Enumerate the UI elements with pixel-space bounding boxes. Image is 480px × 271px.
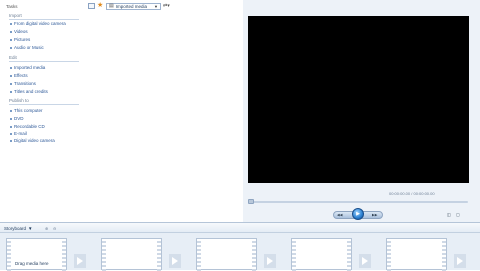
task-edit-transitions[interactable]: Transitions bbox=[14, 81, 36, 86]
task-import-audio[interactable]: Audio or Music bbox=[14, 45, 44, 50]
storyboard-toolbar bbox=[0, 223, 480, 233]
time-readout: 00:00:00.00 / 00:00:00.00 bbox=[389, 191, 435, 196]
section-title-import: Import bbox=[9, 13, 22, 18]
film-sprocket bbox=[292, 239, 296, 271]
bullet-icon bbox=[10, 31, 12, 33]
storyboard-frame[interactable] bbox=[196, 238, 257, 271]
transition-slot[interactable] bbox=[454, 254, 466, 268]
bullet-icon bbox=[10, 75, 12, 77]
next-frame-icon[interactable]: ▶▶ bbox=[372, 213, 377, 217]
task-import-dv-camera[interactable]: From digital video camera bbox=[14, 21, 66, 26]
previous-frame-icon[interactable]: ◀◀ bbox=[337, 213, 342, 217]
play-icon: ▶ bbox=[356, 211, 360, 217]
film-sprocket bbox=[157, 239, 161, 271]
task-import-videos[interactable]: Videos bbox=[14, 29, 28, 34]
task-publish-computer[interactable]: This computer bbox=[14, 108, 43, 113]
task-import-pictures[interactable]: Pictures bbox=[14, 37, 30, 42]
preview-monitor bbox=[248, 16, 469, 183]
bullet-icon bbox=[10, 47, 12, 49]
bullet-icon bbox=[10, 83, 12, 85]
film-sprocket bbox=[7, 239, 11, 271]
split-icon[interactable]: ◫ bbox=[447, 212, 451, 217]
film-sprocket bbox=[252, 239, 256, 271]
task-publish-dv-camera[interactable]: Digital video camera bbox=[14, 138, 55, 143]
fullscreen-icon[interactable]: ▢ bbox=[456, 212, 460, 217]
task-edit-imported-media[interactable]: Imported media bbox=[14, 65, 45, 70]
task-edit-effects[interactable]: Effects bbox=[14, 73, 28, 78]
view-thumbnails-icon[interactable] bbox=[88, 3, 95, 9]
collection-content-area[interactable] bbox=[88, 12, 240, 222]
film-sprocket bbox=[197, 239, 201, 271]
play-button[interactable]: ▶ bbox=[352, 208, 364, 220]
storyboard-frame[interactable] bbox=[291, 238, 352, 271]
collection-dropdown-value: Imported media bbox=[115, 3, 147, 9]
folder-icon: ▤ bbox=[109, 3, 114, 9]
section-divider bbox=[9, 104, 79, 105]
transition-slot[interactable] bbox=[264, 254, 276, 268]
collection-icon[interactable]: ★ bbox=[97, 2, 104, 9]
film-sprocket bbox=[102, 239, 106, 271]
bullet-icon bbox=[10, 140, 12, 142]
film-sprocket bbox=[347, 239, 351, 271]
storyboard-view-dropdown[interactable]: Storyboard ▼ bbox=[4, 226, 32, 231]
film-sprocket bbox=[442, 239, 446, 271]
section-divider bbox=[9, 19, 79, 20]
chevron-down-icon: ▼ bbox=[28, 226, 33, 231]
drop-hint: Drag media here bbox=[15, 261, 49, 266]
film-sprocket bbox=[387, 239, 391, 271]
storyboard-frame[interactable]: Drag media here bbox=[6, 238, 67, 271]
task-publish-email[interactable]: E-mail bbox=[14, 131, 27, 136]
task-publish-recordable-cd[interactable]: Recordable CD bbox=[14, 124, 45, 129]
transition-slot[interactable] bbox=[169, 254, 181, 268]
section-title-publish: Publish to bbox=[9, 98, 29, 103]
storyboard-frame[interactable] bbox=[386, 238, 447, 271]
sort-icon[interactable]: ⇄▾ bbox=[163, 3, 170, 9]
zoom-out-icon[interactable]: ⊖ bbox=[53, 226, 56, 231]
zoom-in-icon[interactable]: ⊕ bbox=[45, 226, 48, 231]
storyboard-view-label: Storyboard bbox=[4, 226, 27, 231]
transition-slot[interactable] bbox=[74, 254, 86, 268]
bullet-icon bbox=[10, 126, 12, 128]
chevron-down-icon: ▼ bbox=[154, 3, 158, 9]
bullet-icon bbox=[10, 133, 12, 135]
tasks-pane: Tasks Import From digital video camera V… bbox=[0, 0, 86, 222]
storyboard-frame[interactable] bbox=[101, 238, 162, 271]
seek-bar[interactable] bbox=[250, 201, 468, 203]
task-publish-dvd[interactable]: DVD bbox=[14, 116, 24, 121]
bullet-icon bbox=[10, 118, 12, 120]
bullet-icon bbox=[10, 110, 12, 112]
task-edit-titles-credits[interactable]: Titles and credits bbox=[14, 89, 48, 94]
section-title-edit: Edit bbox=[9, 55, 17, 60]
collection-dropdown[interactable]: ▤ Imported media ▼ bbox=[106, 2, 161, 10]
bullet-icon bbox=[10, 91, 12, 93]
section-divider bbox=[9, 61, 79, 62]
film-sprocket bbox=[62, 239, 66, 271]
tasks-header: Tasks bbox=[6, 4, 18, 9]
collection-toolbar: ★ ▤ Imported media ▼ ⇄▾ bbox=[88, 2, 170, 10]
bullet-icon bbox=[10, 67, 12, 69]
transition-slot[interactable] bbox=[359, 254, 371, 268]
seek-thumb[interactable] bbox=[248, 199, 254, 204]
bullet-icon bbox=[10, 23, 12, 25]
bullet-icon bbox=[10, 39, 12, 41]
